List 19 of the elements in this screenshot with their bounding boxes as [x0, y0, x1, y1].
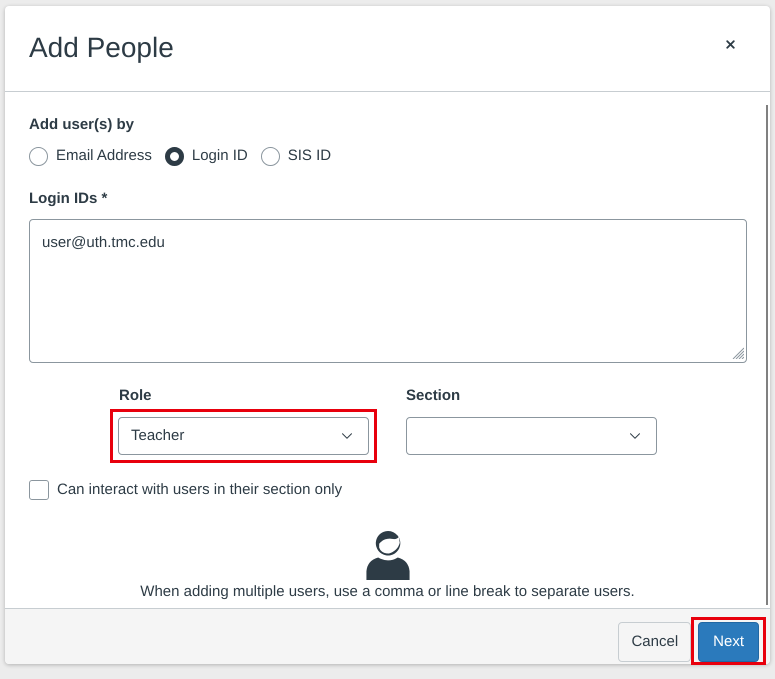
- checkbox-label: Can interact with users in their section only: [57, 480, 342, 500]
- dialog-title: Add People: [29, 30, 174, 64]
- field-label: Section: [406, 386, 460, 406]
- next-button[interactable]: Next: [698, 622, 759, 662]
- radio-option[interactable]: Email Address: [29, 144, 152, 168]
- radio-option[interactable]: Login ID: [164, 144, 248, 168]
- field-label: Role: [119, 386, 152, 406]
- radio-option[interactable]: SIS ID: [260, 144, 332, 168]
- login-ids-textarea[interactable]: user@uth.tmc.edu: [29, 219, 747, 363]
- hint-text: When adding multiple users, use a comma or line break to separate users.: [140, 582, 635, 600]
- checkbox[interactable]: [29, 480, 49, 500]
- person-icon: [364, 530, 410, 580]
- dropdown-select[interactable]: [406, 417, 657, 455]
- cancel-button[interactable]: Cancel: [618, 622, 692, 662]
- field-label: Add user(s) by: [29, 116, 134, 134]
- resize-handle-icon: [732, 347, 744, 359]
- dropdown-select[interactable]: Teacher: [118, 417, 369, 455]
- field-label: Login IDs *: [29, 190, 108, 208]
- close-icon: [724, 38, 736, 51]
